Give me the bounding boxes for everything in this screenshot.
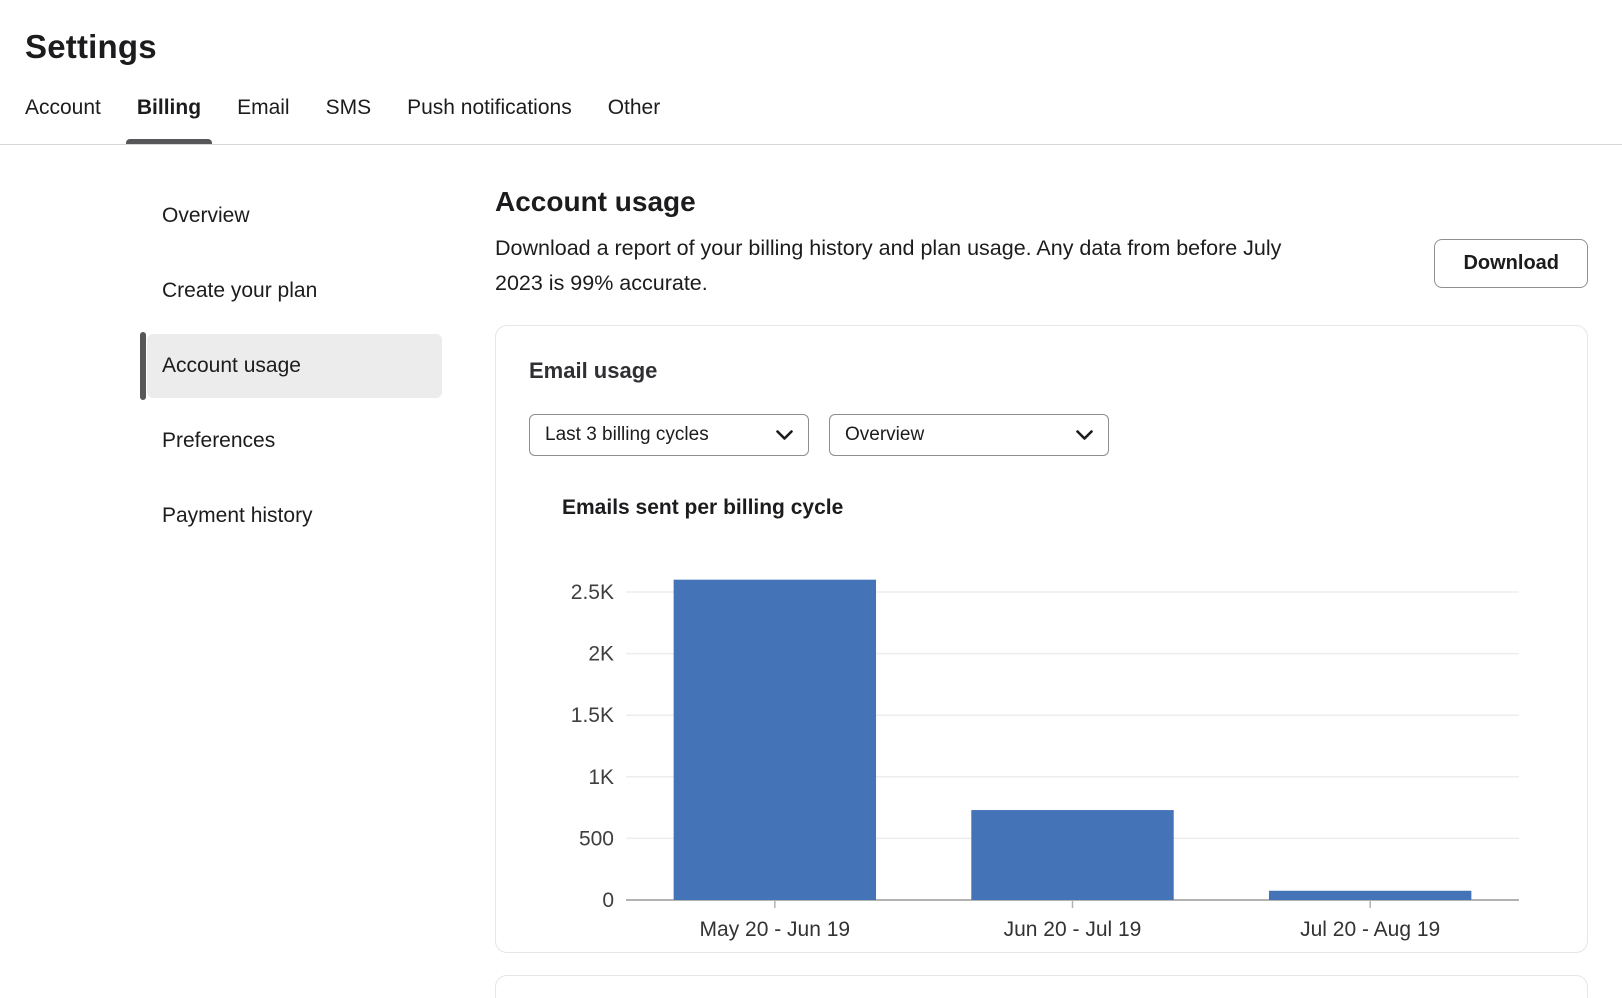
bar	[971, 810, 1173, 900]
tab-billing[interactable]: Billing	[137, 96, 201, 144]
section-description: Download a report of your billing histor…	[495, 231, 1325, 301]
content-area: Overview Create your plan Account usage …	[0, 145, 1622, 998]
tab-push-notifications[interactable]: Push notifications	[407, 96, 572, 144]
download-button[interactable]: Download	[1434, 239, 1588, 288]
emails-chart: Emails sent per billing cycle 0 500 1K 1.5K…	[562, 496, 1554, 944]
x-tick-label: Jun 20 - Jul 19	[1004, 918, 1142, 941]
chevron-down-icon	[1076, 430, 1093, 441]
y-tick-label: 500	[579, 827, 614, 850]
chart-filters: Last 3 billing cycles Overview	[529, 414, 1554, 456]
sidebar-item-account-usage[interactable]: Account usage	[147, 334, 442, 398]
billing-cycles-select-value: Last 3 billing cycles	[545, 424, 709, 446]
chart-title: Emails sent per billing cycle	[562, 496, 1554, 520]
card-title: Email usage	[529, 358, 1554, 384]
section-title: Account usage	[495, 186, 1325, 218]
email-usage-card: Email usage Last 3 billing cycles Overvi…	[495, 325, 1588, 953]
view-select[interactable]: Overview	[829, 414, 1109, 456]
page-header: Settings Account Billing Email SMS Push …	[0, 0, 1622, 145]
main-panel: Account usage Download a report of your …	[495, 145, 1622, 998]
sidebar-item-payment-history[interactable]: Payment history	[147, 484, 442, 548]
bar	[1269, 891, 1471, 900]
y-tick-label: 2K	[588, 643, 614, 666]
billing-cycles-select[interactable]: Last 3 billing cycles	[529, 414, 809, 456]
tab-sms[interactable]: SMS	[326, 96, 372, 144]
y-tick-label: 2.5K	[571, 581, 614, 604]
y-tick-label: 1.5K	[571, 704, 614, 727]
settings-tabs: Account Billing Email SMS Push notificat…	[25, 96, 1622, 144]
tab-account[interactable]: Account	[25, 96, 101, 144]
tab-email[interactable]: Email	[237, 96, 290, 144]
y-tick-label: 0	[602, 889, 614, 912]
sidebar-item-preferences[interactable]: Preferences	[147, 409, 442, 473]
x-tick-label: May 20 - Jun 19	[700, 918, 851, 941]
next-card-peek	[495, 975, 1588, 998]
chevron-down-icon	[776, 430, 793, 441]
sidebar-item-overview[interactable]: Overview	[147, 184, 442, 248]
view-select-value: Overview	[845, 424, 924, 446]
x-tick-label: Jul 20 - Aug 19	[1300, 918, 1440, 941]
tab-other[interactable]: Other	[608, 96, 661, 144]
sidebar-item-create-your-plan[interactable]: Create your plan	[147, 259, 442, 323]
section-header: Account usage Download a report of your …	[495, 186, 1588, 301]
sidebar: Overview Create your plan Account usage …	[0, 145, 495, 559]
y-tick-label: 1K	[588, 766, 614, 789]
bar	[674, 580, 876, 900]
page-title: Settings	[25, 28, 1622, 66]
emails-bar-chart: 0 500 1K 1.5K 2K 2.5K May 20 - Jun 19 Jun 20 - …	[562, 532, 1522, 944]
